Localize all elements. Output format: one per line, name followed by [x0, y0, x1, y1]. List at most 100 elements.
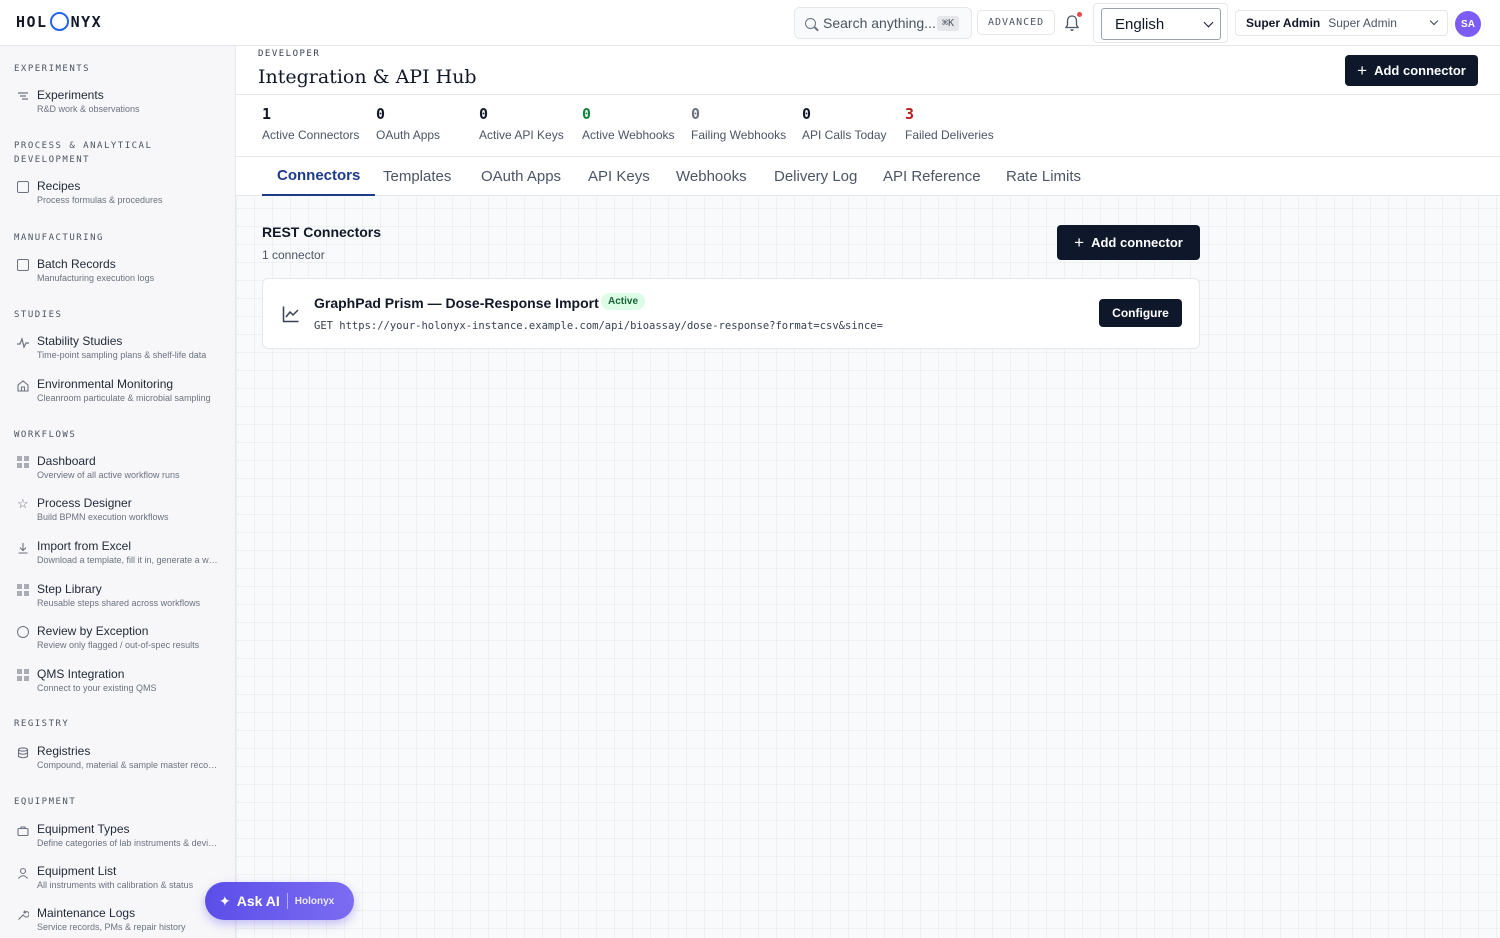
chevron-down-icon	[1203, 17, 1214, 27]
sidebar-item-title: Batch Records	[37, 257, 116, 271]
grid-icon	[17, 456, 29, 468]
tab-oauth-apps[interactable]: OAuth Apps	[481, 157, 561, 196]
search-input[interactable]	[823, 15, 935, 31]
sidebar-item-title: Review by Exception	[37, 624, 149, 638]
avatar[interactable]: SA	[1455, 11, 1481, 37]
tab-bar: Connectors Templates OAuth Apps API Keys…	[236, 157, 1500, 196]
sidebar-item-desc: Download a template, fill it in, generat…	[37, 555, 219, 565]
ask-ai-label: Ask AI	[236, 893, 280, 909]
star-icon: ☆	[17, 496, 29, 511]
tab-webhooks[interactable]: Webhooks	[676, 157, 747, 196]
plus-icon: +	[1357, 61, 1368, 80]
ask-ai-button[interactable]: ✦ Ask AI Holonyx	[205, 882, 354, 920]
sidebar-item-title: Dashboard	[37, 454, 96, 468]
sidebar-section-registry: REGISTRY	[14, 719, 70, 729]
tab-connectors[interactable]: Connectors	[262, 157, 376, 196]
download-icon	[17, 541, 29, 554]
tab-delivery-log[interactable]: Delivery Log	[774, 157, 857, 196]
sidebar-item-desc: Connect to your existing QMS	[37, 683, 157, 693]
sidebar-item-title: Environmental Monitoring	[37, 377, 174, 391]
search-shortcut: ⌘K	[937, 15, 960, 31]
breadcrumb: DEVELOPER	[258, 49, 321, 59]
global-search[interactable]: ⌘K	[794, 7, 972, 39]
stats-bar: 1 Active Connectors 0 OAuth Apps 0 Activ…	[236, 95, 1500, 157]
stat-oauth-apps: 0 OAuth Apps	[376, 105, 440, 142]
stat-failing-webhooks: 0 Failing Webhooks	[691, 105, 786, 142]
sidebar-section-equipment: EQUIPMENT	[14, 797, 77, 807]
stat-label: API Calls Today	[802, 128, 887, 142]
wrench-icon	[17, 908, 30, 920]
sidebar-item-desc: Cleanroom particulate & microbial sampli…	[37, 393, 211, 403]
sidebar-item-title: Step Library	[37, 582, 102, 596]
tab-api-keys[interactable]: API Keys	[588, 157, 650, 196]
user-icon	[17, 866, 29, 879]
stat-failed-deliveries: 3 Failed Deliveries	[905, 105, 994, 142]
line-chart-icon	[282, 305, 300, 323]
sidebar-item-title: Process Designer	[37, 496, 132, 510]
sidebar-item-title: QMS Integration	[37, 667, 125, 681]
language-picker-wrapper: English	[1093, 3, 1228, 43]
sidebar-item-title: Recipes	[37, 179, 81, 193]
add-connector-button[interactable]: + Add connector	[1345, 55, 1478, 86]
stat-label: Active Webhooks	[582, 128, 675, 142]
status-badge: Active	[601, 293, 646, 310]
stat-label: Active API Keys	[479, 128, 564, 142]
page-header: DEVELOPER Integration & API Hub + Add co…	[236, 46, 1500, 95]
connector-request: GET https://your-holonyx-instance.exampl…	[314, 320, 883, 332]
user-switcher[interactable]: Super Admin Super Admin	[1235, 10, 1448, 36]
sidebar-item-title: Equipment Types	[37, 822, 130, 836]
stat-value: 0	[802, 105, 812, 123]
sidebar-item-desc: Service records, PMs & repair history	[37, 922, 186, 932]
page-title: Integration & API Hub	[258, 66, 477, 88]
configure-button[interactable]: Configure	[1099, 299, 1182, 327]
sidebar-item-title: Equipment List	[37, 864, 117, 878]
stat-active-connectors: 1 Active Connectors	[262, 105, 359, 142]
tab-templates[interactable]: Templates	[383, 157, 451, 196]
stat-label: Failing Webhooks	[691, 128, 787, 142]
sidebar-item-title: Stability Studies	[37, 334, 123, 348]
stat-label: OAuth Apps	[376, 128, 441, 142]
section-title: REST Connectors	[262, 224, 382, 240]
add-connector-section-button[interactable]: + Add connector	[1057, 225, 1200, 260]
flask-icon	[17, 90, 29, 102]
book-icon	[17, 181, 29, 193]
ask-ai-divider	[286, 893, 288, 909]
stat-value: 0	[479, 105, 489, 123]
logo[interactable]: HOL NYX	[16, 12, 102, 31]
advanced-search-button[interactable]: ADVANCED	[977, 10, 1056, 35]
sidebar-item-desc: All instruments with calibration & statu…	[37, 880, 194, 890]
sidebar-section-process: PROCESS & ANALYTICAL DEVELOPMENT	[14, 141, 153, 165]
main-content: DEVELOPER Integration & API Hub + Add co…	[236, 46, 1500, 938]
connector-card[interactable]: GraphPad Prism — Dose-Response Import Ac…	[262, 278, 1200, 349]
stat-value: 0	[582, 105, 592, 123]
notification-dot	[1077, 12, 1082, 17]
tab-rate-limits[interactable]: Rate Limits	[1006, 157, 1081, 196]
sidebar-item-desc: Define categories of lab instruments & d…	[37, 838, 219, 848]
stat-value: 0	[376, 105, 386, 123]
briefcase-icon	[17, 824, 29, 837]
sidebar-section-studies: STUDIES	[14, 310, 63, 320]
notifications-button[interactable]	[1064, 12, 1082, 32]
sidebar-item-title: Experiments	[37, 88, 104, 102]
sidebar-section-experiments: EXPERIMENTS	[14, 64, 91, 74]
tab-api-reference[interactable]: API Reference	[883, 157, 981, 196]
stat-value: 3	[905, 105, 915, 123]
stat-active-api-keys: 0 Active API Keys	[479, 105, 564, 142]
add-connector-label: Add connector	[1091, 235, 1183, 250]
logo-text-left: HOL	[16, 12, 48, 31]
sidebar-item-title: Maintenance Logs	[37, 906, 136, 920]
stat-label: Failed Deliveries	[905, 128, 994, 142]
add-connector-label: Add connector	[1374, 63, 1466, 78]
sidebar-item-desc: Time-point sampling plans & shelf-life d…	[37, 350, 207, 360]
chevron-down-icon	[1429, 16, 1439, 26]
sidebar-item-desc: Process formulas & procedures	[37, 195, 163, 205]
connector-name: GraphPad Prism — Dose-Response Import	[314, 295, 599, 311]
sparkle-icon: ✦	[219, 892, 231, 909]
logo-ring-icon	[49, 12, 69, 31]
stat-label: Active Connectors	[262, 128, 360, 142]
language-select[interactable]: English	[1101, 8, 1221, 40]
sidebar-item-title: Registries	[37, 744, 91, 758]
stat-active-webhooks: 0 Active Webhooks	[582, 105, 675, 142]
user-name: Super Admin	[1328, 16, 1397, 30]
sidebar: EXPERIMENTS Experiments R&D work & obser…	[0, 46, 236, 938]
